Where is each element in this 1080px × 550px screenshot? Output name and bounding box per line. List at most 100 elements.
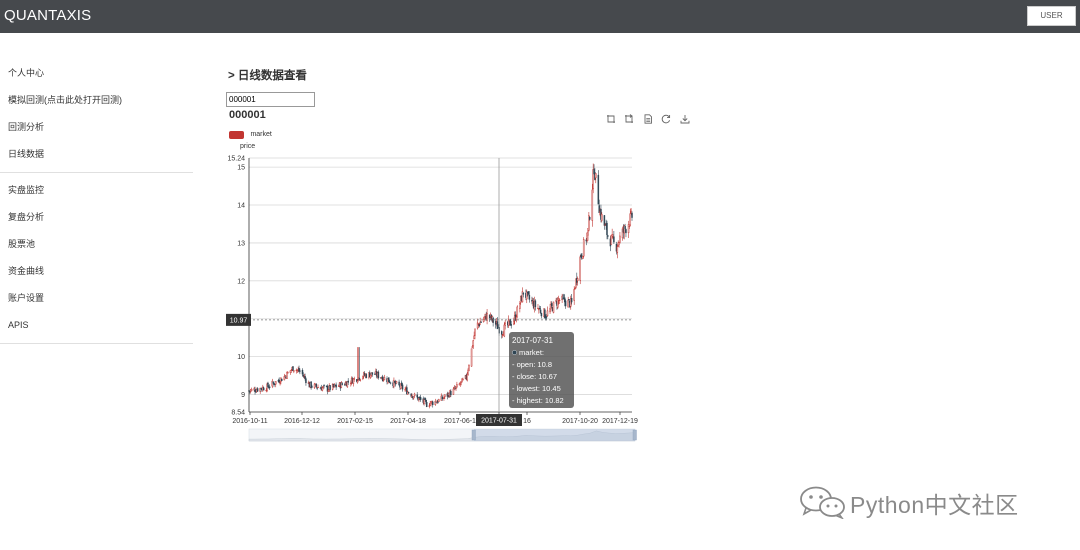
candle-body [606, 222, 608, 236]
candle-body [395, 381, 398, 384]
candle-body [362, 376, 364, 379]
candle-body [311, 386, 313, 388]
zoom-handle-right[interactable] [632, 429, 637, 441]
tooltip-date: 2017-07-31 [512, 336, 553, 345]
x-tick-label: 2017-06-1 [444, 418, 476, 425]
candle-body [552, 301, 555, 313]
candle-body [315, 384, 318, 387]
candle-body [301, 369, 304, 375]
candle-body [591, 189, 594, 221]
candle-body [434, 400, 437, 406]
x-tick-label: 16 [523, 418, 531, 425]
candle-body [483, 316, 486, 318]
crosshair-overlay: 10.97 2017-07-31 2017-07-31 market: - open: … [226, 158, 632, 426]
candle-body [292, 366, 294, 372]
candle-body [515, 316, 518, 321]
candle-body [588, 216, 591, 220]
candle-body [438, 399, 440, 402]
candle-body [522, 292, 525, 295]
axes: 8.54910111213141515.242016-10-112016-12-… [227, 156, 638, 426]
x-tick-label: 2016-12-12 [284, 418, 320, 425]
y-tick-label: 13 [237, 240, 245, 247]
candle-body [262, 387, 265, 391]
candle-body [473, 335, 475, 339]
candle-body [625, 229, 627, 234]
candle-body [582, 239, 585, 257]
x-tick-label: 2017-12-19 [602, 418, 638, 425]
y-tick-label: 8.54 [231, 410, 245, 417]
candle-body [539, 309, 542, 313]
candle-body [538, 308, 540, 311]
candle-body [424, 397, 426, 400]
candle-body [456, 384, 458, 388]
candle-body [404, 389, 406, 391]
candle-body [570, 297, 573, 303]
y-tick-label: 10 [237, 354, 245, 361]
tooltip-highest: - highest: 10.82 [512, 396, 564, 405]
candle-body [290, 369, 293, 371]
candle-body [546, 310, 549, 316]
candle-body [413, 396, 415, 399]
y-tick-label: 15 [237, 165, 245, 172]
wechat-icon [800, 486, 845, 520]
x-tick-label: 2016-10-11 [232, 418, 267, 425]
candle-body [293, 370, 295, 372]
candle-body [279, 382, 281, 384]
candle-body [610, 235, 613, 245]
candlestick-chart[interactable]: 8.54910111213141515.242016-10-112016-12-… [0, 0, 1080, 550]
candle-body [356, 380, 359, 383]
candle-body [558, 299, 561, 302]
candle-body [482, 318, 485, 322]
candle-body [371, 372, 374, 375]
data-zoom-slider[interactable] [248, 428, 637, 442]
candle-body [299, 370, 301, 372]
candle-body [486, 313, 488, 321]
candle-body [327, 389, 330, 392]
grid-lines [249, 157, 632, 395]
candle-body [322, 386, 324, 388]
candle-body [425, 402, 428, 407]
zoom-handle-left[interactable] [471, 429, 476, 441]
candle-body [519, 303, 521, 309]
candle-body [628, 225, 631, 227]
candle-body [271, 380, 274, 387]
candle-body [268, 386, 271, 388]
candle-body [466, 374, 468, 381]
x-tick-label: 2017-02-15 [337, 418, 373, 425]
candle-body [576, 278, 579, 281]
candle-body [630, 210, 632, 214]
candle-body [607, 235, 609, 237]
candle-body [597, 174, 600, 205]
candle-body [627, 224, 630, 234]
candles [248, 163, 633, 409]
zoom-selection[interactable] [474, 429, 635, 441]
watermark-text: Python中文社区 [850, 492, 1019, 518]
tooltip-lowest: - lowest: 10.45 [512, 384, 561, 393]
candle-body [516, 306, 519, 318]
candle-body [538, 308, 541, 310]
candle-body [611, 234, 613, 237]
candle-body [474, 328, 476, 336]
candle-body [383, 377, 386, 381]
candle-body [537, 307, 539, 309]
candle-body [510, 324, 512, 326]
candle-body [359, 379, 362, 381]
candle-body [579, 256, 581, 281]
candle-body [468, 365, 470, 371]
candle-body [564, 300, 567, 307]
candle-body [540, 313, 543, 317]
candle-body [603, 215, 606, 226]
candle-body [444, 394, 446, 398]
candle-body [500, 331, 503, 335]
candle-body [431, 401, 434, 406]
candle-body [250, 388, 253, 392]
candle-body [407, 392, 410, 394]
candle-body [329, 385, 331, 390]
candle-body [323, 385, 325, 387]
candle-body [582, 255, 584, 259]
tooltip-open: - open: 10.8 [512, 360, 552, 369]
candle-body [401, 384, 404, 390]
candle-body [274, 381, 277, 385]
candle-body [254, 389, 256, 392]
candle-body [377, 371, 380, 379]
